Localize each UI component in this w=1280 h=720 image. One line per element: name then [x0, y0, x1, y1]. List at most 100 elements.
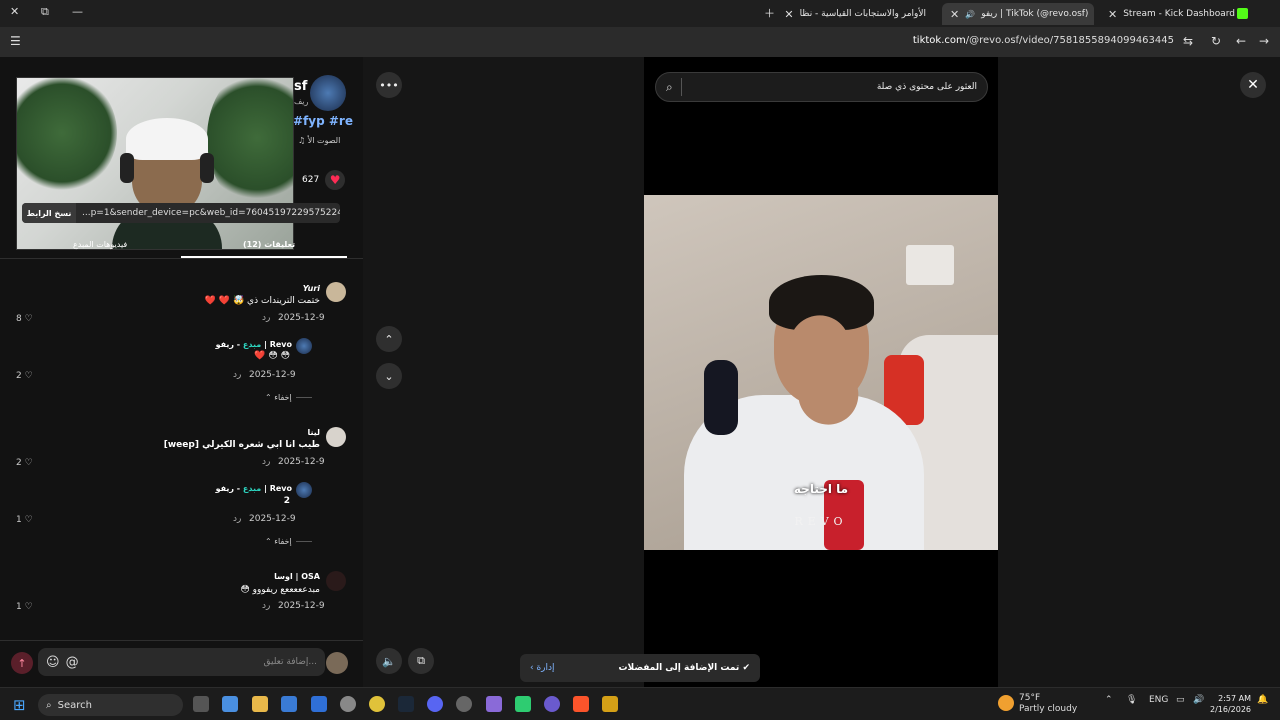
comments-tabs: فيديوهات المبدع تعليقات (12)	[0, 231, 363, 259]
forward-icon[interactable]: →	[1259, 34, 1269, 48]
more-options-icon[interactable]: •••	[376, 72, 402, 98]
comment-like[interactable]: 2 ♡	[16, 371, 33, 381]
volume-icon[interactable]: 🔈	[376, 648, 402, 674]
weather-icon[interactable]	[998, 695, 1014, 711]
share-link-text[interactable]: ...p=1&sender_device=pc&web_id=760451972…	[76, 208, 340, 218]
video-player[interactable]: ما احتاجه REVO	[644, 57, 998, 687]
new-tab-icon[interactable]: ＋	[764, 5, 775, 21]
weather-widget[interactable]: 75°F Partly cloudy	[1019, 693, 1077, 715]
reload-icon[interactable]: ↻	[1211, 34, 1221, 48]
game-controller-icon[interactable]	[486, 696, 502, 712]
tab-creator-videos[interactable]: فيديوهات المبدع	[73, 240, 127, 249]
network-icon[interactable]: ▭	[1176, 695, 1185, 705]
copy-link-button[interactable]: نسخ الرابط	[22, 203, 76, 223]
comment-like[interactable]: 8 ♡	[16, 314, 33, 324]
comment-like[interactable]: 1 ♡	[16, 602, 33, 612]
url-field[interactable]: tiktok.com/@revo.osf/video/7581855894099…	[913, 35, 1174, 46]
emoji-icon[interactable]: ☺	[46, 655, 60, 670]
comment-input[interactable]: ☺ @ إضافة تعليق...	[38, 648, 325, 676]
sound-link[interactable]: ♫ الصوت الأ	[298, 136, 340, 145]
commenter-name[interactable]: اوسا | OSA	[274, 572, 320, 581]
commenter-avatar[interactable]	[326, 571, 346, 591]
previous-video-button[interactable]: ⌃	[376, 326, 402, 352]
menu-icon[interactable]: ☰	[10, 34, 21, 48]
like-counter[interactable]: 627 ♥	[302, 170, 346, 190]
volume-icon[interactable]: 🔊	[1193, 695, 1204, 705]
obs-icon[interactable]	[544, 696, 560, 712]
hide-replies[interactable]: ⌃ إخفاء	[265, 393, 312, 402]
task-view-icon[interactable]	[193, 696, 209, 712]
commenter-name[interactable]: Yuri	[303, 284, 320, 293]
send-comment-button[interactable]: ↑	[11, 652, 33, 674]
close-video-button[interactable]: ✕	[1240, 72, 1266, 98]
commenter-avatar[interactable]	[326, 427, 346, 447]
search-icon[interactable]: ⌕	[666, 80, 673, 95]
reply-button[interactable]: رد	[233, 514, 241, 524]
author-avatar[interactable]	[310, 75, 346, 111]
media-app-icon[interactable]	[515, 696, 531, 712]
next-video-button[interactable]: ⌄	[376, 363, 402, 389]
copilot-icon[interactable]	[222, 696, 238, 712]
close-tab-icon[interactable]: ✕	[950, 8, 959, 21]
headset-object	[704, 360, 738, 435]
hide-label: إخفاء	[274, 537, 292, 546]
language-indicator[interactable]: ENG	[1149, 695, 1168, 705]
comment-like[interactable]: 1 ♡	[16, 515, 33, 525]
comment-like[interactable]: 2 ♡	[16, 458, 33, 468]
creator-name-row[interactable]: مبدع - ريفو | Revo	[216, 484, 292, 493]
app-icon[interactable]	[456, 696, 472, 712]
tab-commands[interactable]: الأوامر والاستجابات القياسية - نظا ✕	[784, 3, 934, 25]
creator-avatar[interactable]	[296, 482, 312, 498]
tab-comments[interactable]: تعليقات (12)	[243, 240, 295, 249]
notes-app-icon[interactable]	[602, 696, 618, 712]
mention-icon[interactable]: @	[66, 655, 79, 670]
file-explorer-icon[interactable]	[252, 696, 268, 712]
microphone-icon[interactable]: 🎙	[1126, 695, 1137, 705]
settings-icon[interactable]	[340, 696, 356, 712]
close-tab-icon[interactable]: ✕	[1108, 8, 1117, 21]
discord-icon[interactable]	[427, 696, 443, 712]
system-clock[interactable]: 2:57 AM 2/16/2026	[1210, 693, 1251, 715]
comment-composer: ↑ ☺ @ إضافة تعليق...	[0, 640, 363, 687]
back-icon[interactable]: ←	[1236, 34, 1246, 48]
chrome-icon[interactable]	[369, 696, 385, 712]
windows-start-icon[interactable]: ⊞	[13, 696, 26, 714]
commenter-name[interactable]: لينا	[307, 428, 320, 437]
tray-chevron-icon[interactable]: ⌃	[1105, 695, 1113, 705]
restore-window-icon[interactable]: ⧉	[41, 5, 49, 19]
heart-outline-icon[interactable]: ♡	[22, 602, 33, 612]
author-name[interactable]: sf	[294, 79, 307, 94]
heart-outline-icon[interactable]: ♡	[22, 314, 33, 324]
taskbar-search[interactable]: ⌕ Search	[38, 694, 183, 716]
reply-button[interactable]: رد	[233, 370, 241, 380]
minimize-window-icon[interactable]: —	[72, 5, 83, 18]
hide-replies[interactable]: ⌃ إخفاء	[265, 537, 312, 546]
notifications-icon[interactable]: 🔔	[1257, 695, 1268, 705]
toast-manage-link[interactable]: ‹ إدارة	[530, 663, 555, 673]
tab-kick-dashboard[interactable]: ✕ Stream - Kick Dashboard	[1100, 3, 1250, 25]
speaker-icon[interactable]: 🔊	[965, 10, 975, 19]
mail-icon[interactable]	[311, 696, 327, 712]
search-input[interactable]: العثور على محتوى ذي صلة	[690, 82, 977, 92]
reply-button[interactable]: رد	[262, 601, 270, 611]
heart-icon[interactable]: ♥	[325, 170, 346, 190]
creator-avatar[interactable]	[296, 338, 312, 354]
heart-outline-icon[interactable]: ♡	[22, 371, 33, 381]
reply-button[interactable]: رد	[262, 457, 270, 467]
video-hashtags[interactable]: #fyp #re	[293, 114, 353, 128]
close-tab-icon[interactable]: ✕	[784, 8, 793, 21]
brave-icon[interactable]	[573, 696, 589, 712]
picture-in-picture-icon[interactable]: ⧉	[408, 648, 434, 674]
related-search-bar[interactable]: ⌕ العثور على محتوى ذي صلة	[655, 72, 988, 102]
sound-name: الصوت الأ	[307, 136, 341, 145]
reply-button[interactable]: رد	[262, 313, 270, 323]
heart-outline-icon[interactable]: ♡	[22, 515, 33, 525]
creator-name-row[interactable]: مبدع - ريفو | Revo	[216, 340, 292, 349]
tab-tiktok[interactable]: ✕ 🔊 ريفو | TikTok (@revo.osf)	[942, 3, 1094, 25]
heart-outline-icon[interactable]: ♡	[22, 458, 33, 468]
site-settings-icon[interactable]: ⇆	[1183, 34, 1193, 48]
microsoft-store-icon[interactable]	[281, 696, 297, 712]
commenter-avatar[interactable]	[326, 282, 346, 302]
close-window-icon[interactable]: ✕	[10, 5, 19, 18]
steam-icon[interactable]	[398, 696, 414, 712]
